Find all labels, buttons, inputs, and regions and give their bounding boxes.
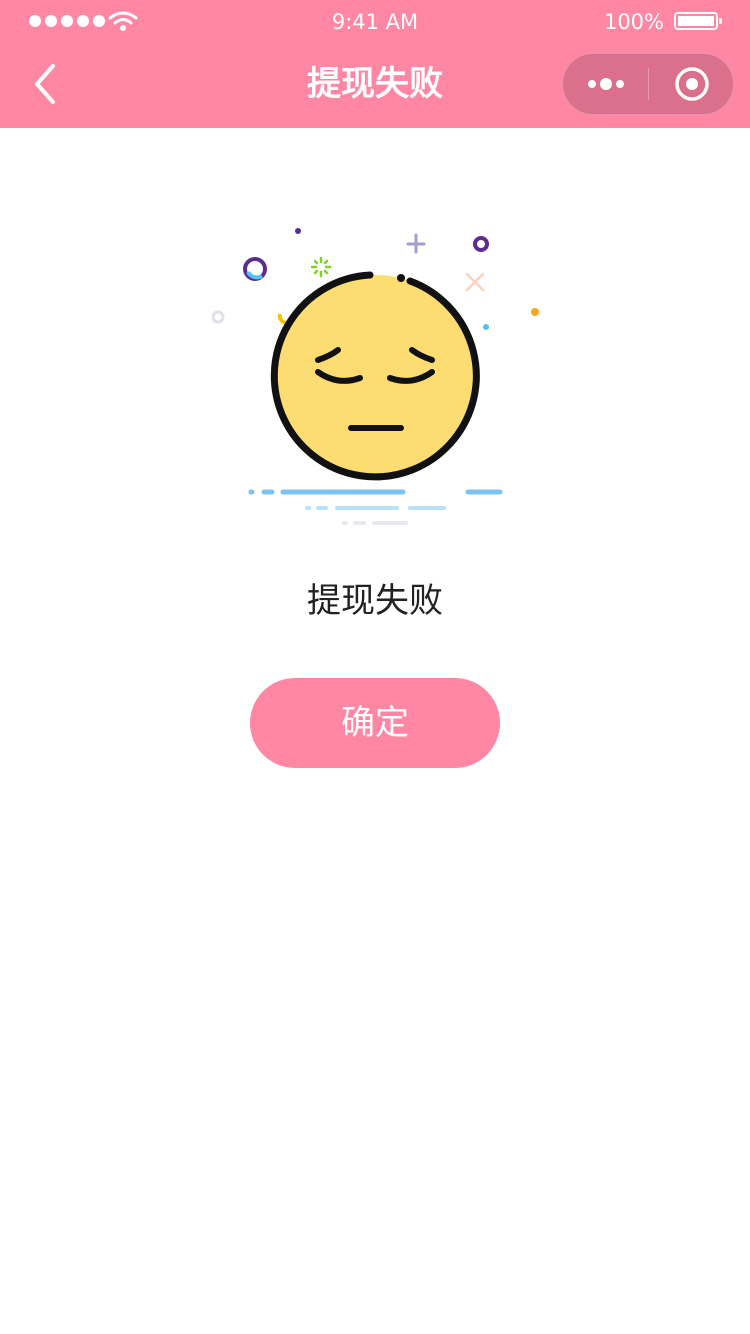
menu-capsule [562, 53, 734, 115]
failure-message: 提现失败 [307, 581, 443, 621]
more-button[interactable] [563, 54, 649, 114]
status-bar: 9:41 AM 100% [0, 0, 750, 42]
more-dots-icon [588, 78, 624, 90]
header-bar: 9:41 AM 100% 提现失败 [0, 0, 750, 128]
sad-face-icon [211, 228, 539, 525]
target-circle-icon [675, 67, 709, 101]
battery-percentage: 100% [603, 10, 664, 34]
close-button[interactable] [649, 54, 735, 114]
confirm-button[interactable]: 确定 [250, 678, 500, 768]
battery-icon [674, 12, 722, 30]
